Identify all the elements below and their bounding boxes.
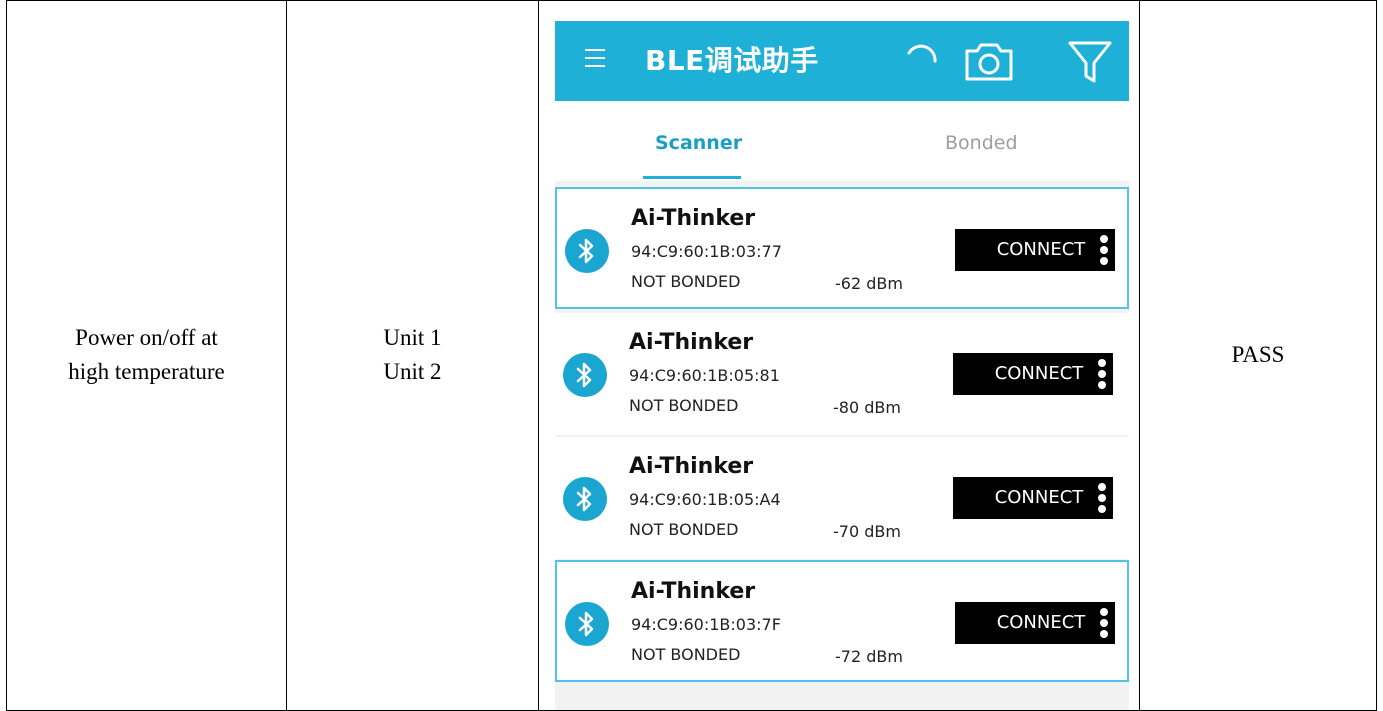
device-bond-state: NOT BONDED (631, 272, 741, 291)
device-rssi: -72 dBm (835, 647, 903, 666)
connect-button-label: CONNECT (996, 612, 1086, 633)
device-list-item[interactable]: Ai-Thinker 94:C9:60:1B:03:7F NOT BONDED … (555, 560, 1129, 682)
result-cell: PASS (1139, 0, 1377, 710)
camera-icon[interactable] (963, 39, 1015, 83)
bluetooth-icon (563, 477, 607, 521)
connect-button[interactable]: CONNECT (955, 602, 1115, 644)
connect-button-label: CONNECT (994, 363, 1084, 384)
connect-button-label: CONNECT (996, 239, 1086, 260)
more-options-icon[interactable] (1099, 235, 1109, 267)
device-mac: 94:C9:60:1B:03:7F (631, 615, 781, 634)
refresh-icon[interactable] (903, 39, 943, 79)
bluetooth-icon (563, 353, 607, 397)
device-rssi: -80 dBm (833, 398, 901, 417)
more-options-icon[interactable] (1099, 608, 1109, 640)
tab-scanner[interactable]: Scanner (655, 131, 742, 155)
tab-bar: Scanner Bonded (555, 101, 1129, 181)
device-list-item[interactable]: Ai-Thinker 94:C9:60:1B:05:81 NOT BONDED … (555, 313, 1129, 435)
unit-label-2: Unit 2 (383, 359, 442, 384)
device-bond-state: NOT BONDED (629, 396, 739, 415)
unit-label-1: Unit 1 (383, 325, 442, 350)
connect-button[interactable]: CONNECT (953, 353, 1113, 395)
filter-icon[interactable] (1067, 39, 1113, 85)
bluetooth-icon (565, 602, 609, 646)
units-cell: Unit 1 Unit 2 (286, 0, 538, 710)
test-item-cell: Power on/off at high temperature (6, 0, 286, 710)
device-name: Ai-Thinker (629, 330, 754, 355)
device-mac: 94:C9:60:1B:05:81 (629, 366, 780, 385)
more-options-icon[interactable] (1097, 483, 1107, 515)
device-mac: 94:C9:60:1B:05:A4 (629, 490, 781, 509)
connect-button[interactable]: CONNECT (955, 229, 1115, 271)
connect-button[interactable]: CONNECT (953, 477, 1113, 519)
device-list-item[interactable]: Ai-Thinker 94:C9:60:1B:03:77 NOT BONDED … (555, 187, 1129, 309)
screenshot-cell: BLE调试助手 Scanner Bonded Ai-Thinker 94:C9:… (538, 0, 1139, 711)
test-item-line-1: Power on/off at (75, 325, 218, 350)
device-list-item[interactable]: Ai-Thinker 94:C9:60:1B:05:A4 NOT BONDED … (555, 437, 1129, 559)
device-bond-state: NOT BONDED (631, 645, 741, 664)
device-name: Ai-Thinker (629, 454, 754, 479)
menu-icon[interactable] (585, 49, 605, 71)
more-options-icon[interactable] (1097, 359, 1107, 391)
device-rssi: -62 dBm (835, 274, 903, 293)
result-label: PASS (1231, 342, 1285, 367)
app-title: BLE调试助手 (645, 44, 819, 77)
device-name: Ai-Thinker (631, 206, 756, 231)
connect-button-label: CONNECT (994, 487, 1084, 508)
tab-bonded[interactable]: Bonded (945, 131, 1018, 155)
bluetooth-icon (565, 229, 609, 273)
device-mac: 94:C9:60:1B:03:77 (631, 242, 782, 261)
device-bond-state: NOT BONDED (629, 520, 739, 539)
test-item-line-2: high temperature (68, 359, 225, 384)
app-bar: BLE调试助手 (555, 21, 1129, 101)
active-tab-indicator (643, 176, 741, 179)
device-name: Ai-Thinker (631, 579, 756, 604)
device-rssi: -70 dBm (833, 522, 901, 541)
phone-screenshot: BLE调试助手 Scanner Bonded Ai-Thinker 94:C9:… (555, 21, 1129, 711)
